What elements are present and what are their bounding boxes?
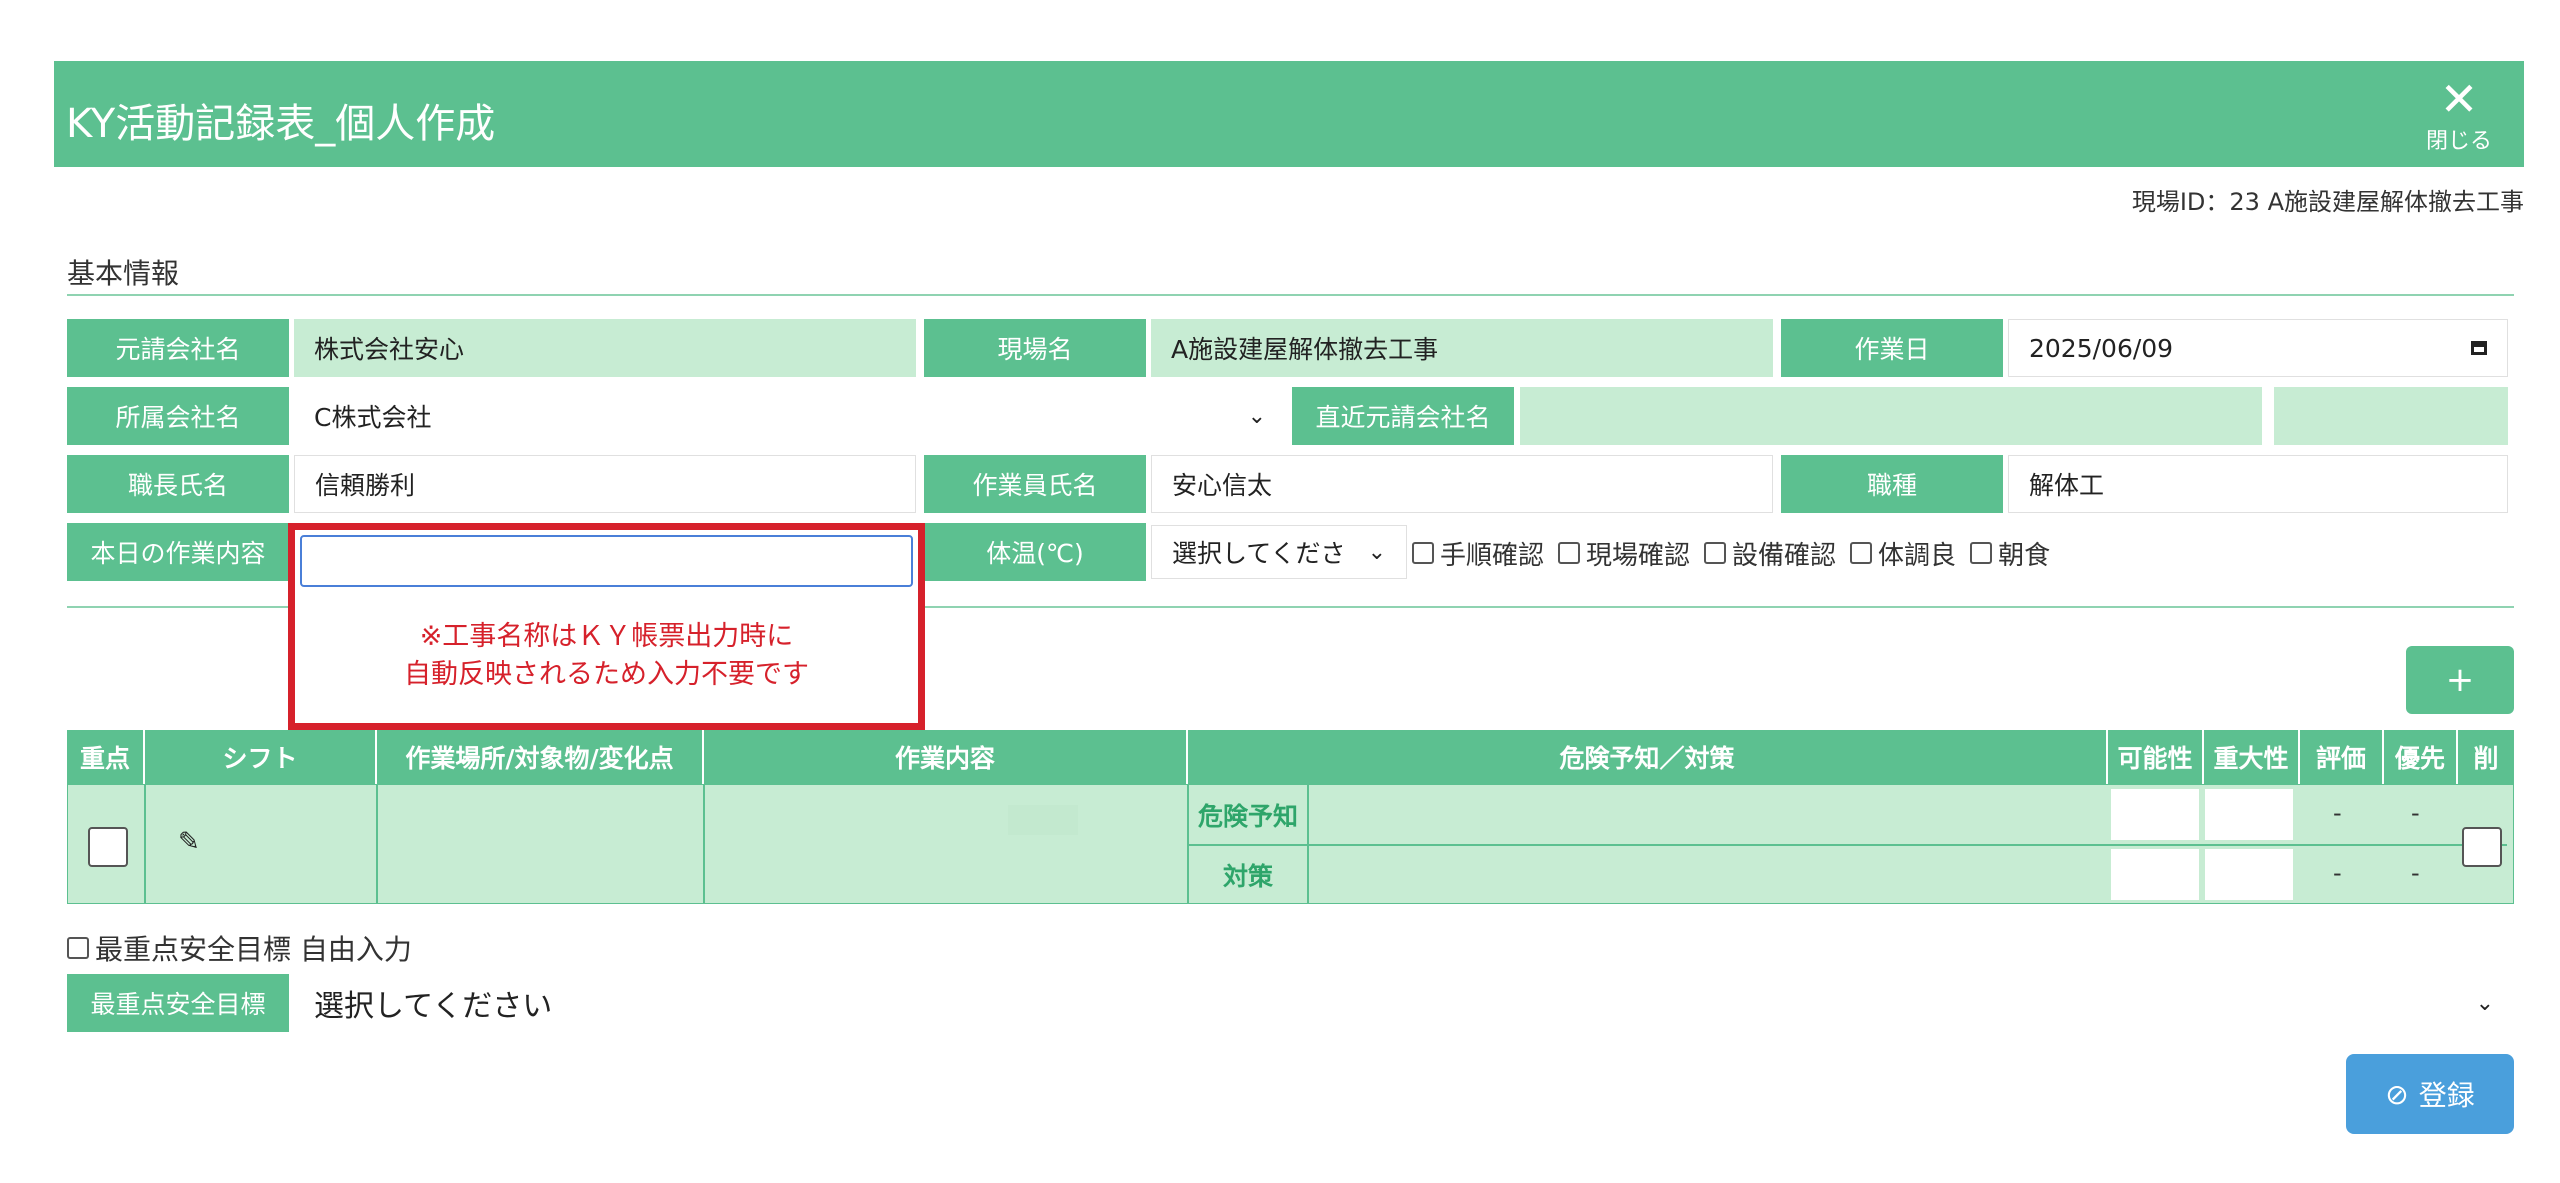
severity-input[interactable]	[2205, 789, 2293, 840]
close-icon: ✕	[2439, 72, 2479, 126]
temp-select[interactable]: 選択してくださ ⌄	[1151, 525, 1407, 579]
check-equipment[interactable]: 設備確認	[1704, 535, 1836, 572]
direct-prime-value	[1520, 387, 2262, 445]
direct-prime-label: 直近元請会社名	[1292, 387, 1514, 445]
hazard-label: 危険予知	[1189, 785, 1307, 844]
th-evaluation: 評価	[2300, 730, 2382, 784]
checkbox[interactable]	[1704, 542, 1727, 564]
add-row-button[interactable]: +	[2406, 646, 2514, 714]
divider	[67, 294, 2514, 296]
check-procedure[interactable]: 手順確認	[1412, 535, 1544, 572]
affiliation-value: C株式会社	[314, 403, 432, 432]
affiliation-select[interactable]: C株式会社 ⌄	[294, 387, 1286, 445]
evaluation-value: -	[2333, 799, 2342, 827]
callout-note: ※工事名称はＫＹ帳票出力時に 自動反映されるため入力不要です	[404, 621, 809, 690]
goal-free-input-toggle[interactable]: 最重点安全目標 自由入力	[67, 928, 412, 968]
foreman-value[interactable]: 信頼勝利	[294, 455, 916, 513]
checkbox[interactable]	[67, 937, 89, 959]
prime-company-value: 株式会社安心	[294, 319, 916, 377]
affiliation-label: 所属会社名	[67, 387, 289, 445]
th-location: 作業場所/対象物/変化点	[377, 730, 702, 784]
th-work-content: 作業内容	[704, 730, 1186, 784]
temp-label: 体温(℃)	[924, 523, 1146, 581]
close-button[interactable]: ✕ 閉じる	[2424, 75, 2494, 155]
checkbox[interactable]	[1558, 542, 1581, 564]
job-label: 職種	[1781, 455, 2003, 513]
worker-value[interactable]: 安心信太	[1151, 455, 1773, 513]
health-checks: 手順確認 現場確認 設備確認 体調良 朝食	[1412, 534, 2064, 572]
modal-header: KY活動記録表_個人作成 ✕ 閉じる	[54, 61, 2524, 167]
chevron-down-icon: ⌄	[1367, 539, 1386, 565]
foreman-label: 職長氏名	[67, 455, 289, 513]
close-label: 閉じる	[2425, 129, 2492, 154]
work-date-input[interactable]: 2025/06/09	[2008, 319, 2508, 377]
evaluation-value: -	[2333, 859, 2342, 887]
check-site[interactable]: 現場確認	[1558, 535, 1690, 572]
chevron-down-icon: ⌄	[2475, 990, 2494, 1016]
th-priority: 重点	[67, 730, 143, 784]
chevron-down-icon: ⌄	[1247, 403, 1266, 429]
rank-value: -	[2411, 859, 2420, 887]
th-shift: シフト	[145, 730, 375, 784]
work-date-value: 2025/06/09	[2029, 333, 2174, 363]
checkbox[interactable]	[1970, 542, 1993, 564]
submit-label: 登録	[2418, 1079, 2475, 1112]
goal-select-value: 選択してください	[314, 989, 553, 1024]
submit-button[interactable]: ⊘ 登録	[2346, 1054, 2514, 1134]
th-hazard: 危険予知／対策	[1188, 730, 2106, 784]
possibility-input[interactable]	[2111, 849, 2199, 900]
worker-label: 作業員氏名	[924, 455, 1146, 513]
goal-label: 最重点安全目標	[67, 974, 289, 1032]
modal-title: KY活動記録表_個人作成	[66, 101, 496, 147]
check-condition[interactable]: 体調良	[1850, 535, 1956, 572]
checkbox[interactable]	[1412, 542, 1434, 564]
job-value[interactable]: 解体工	[2008, 455, 2508, 513]
temp-value: 選択してくださ	[1172, 539, 1346, 568]
delete-checkbox[interactable]	[2462, 827, 2502, 867]
th-delete: 削	[2458, 730, 2514, 784]
site-name-value: A施設建屋解体撤去工事	[1151, 319, 1773, 377]
work-date-label: 作業日	[1781, 319, 2003, 377]
site-id: 現場ID：23 A施設建屋解体撤去工事	[2131, 188, 2524, 216]
today-work-input[interactable]	[300, 535, 913, 587]
check-breakfast[interactable]: 朝食	[1970, 535, 2050, 572]
checkbox[interactable]	[1850, 542, 1873, 564]
today-work-label: 本日の作業内容	[67, 523, 289, 581]
edit-icon[interactable]: ✎	[178, 827, 200, 857]
rank-value: -	[2411, 799, 2420, 827]
check-circle-icon: ⊘	[2385, 1077, 2409, 1111]
site-name-label: 現場名	[924, 319, 1146, 377]
severity-input[interactable]	[2205, 849, 2293, 900]
priority-checkbox[interactable]	[88, 827, 128, 867]
measure-label: 対策	[1189, 846, 1307, 903]
callout-annotation: ※工事名称はＫＹ帳票出力時に 自動反映されるため入力不要です	[288, 523, 925, 730]
prime-company-label: 元請会社名	[67, 319, 289, 377]
calendar-icon[interactable]	[2471, 341, 2487, 355]
goal-select[interactable]: 選択してください ⌄	[294, 974, 2514, 1032]
possibility-input[interactable]	[2111, 789, 2199, 840]
table-row: ✎ 危険予知 対策 - - - -	[67, 784, 2514, 904]
th-possibility: 可能性	[2108, 730, 2202, 784]
section-title: 基本情報	[67, 257, 180, 290]
direct-prime-extra	[2274, 387, 2508, 445]
th-rank: 優先	[2384, 730, 2456, 784]
th-severity: 重大性	[2204, 730, 2298, 784]
